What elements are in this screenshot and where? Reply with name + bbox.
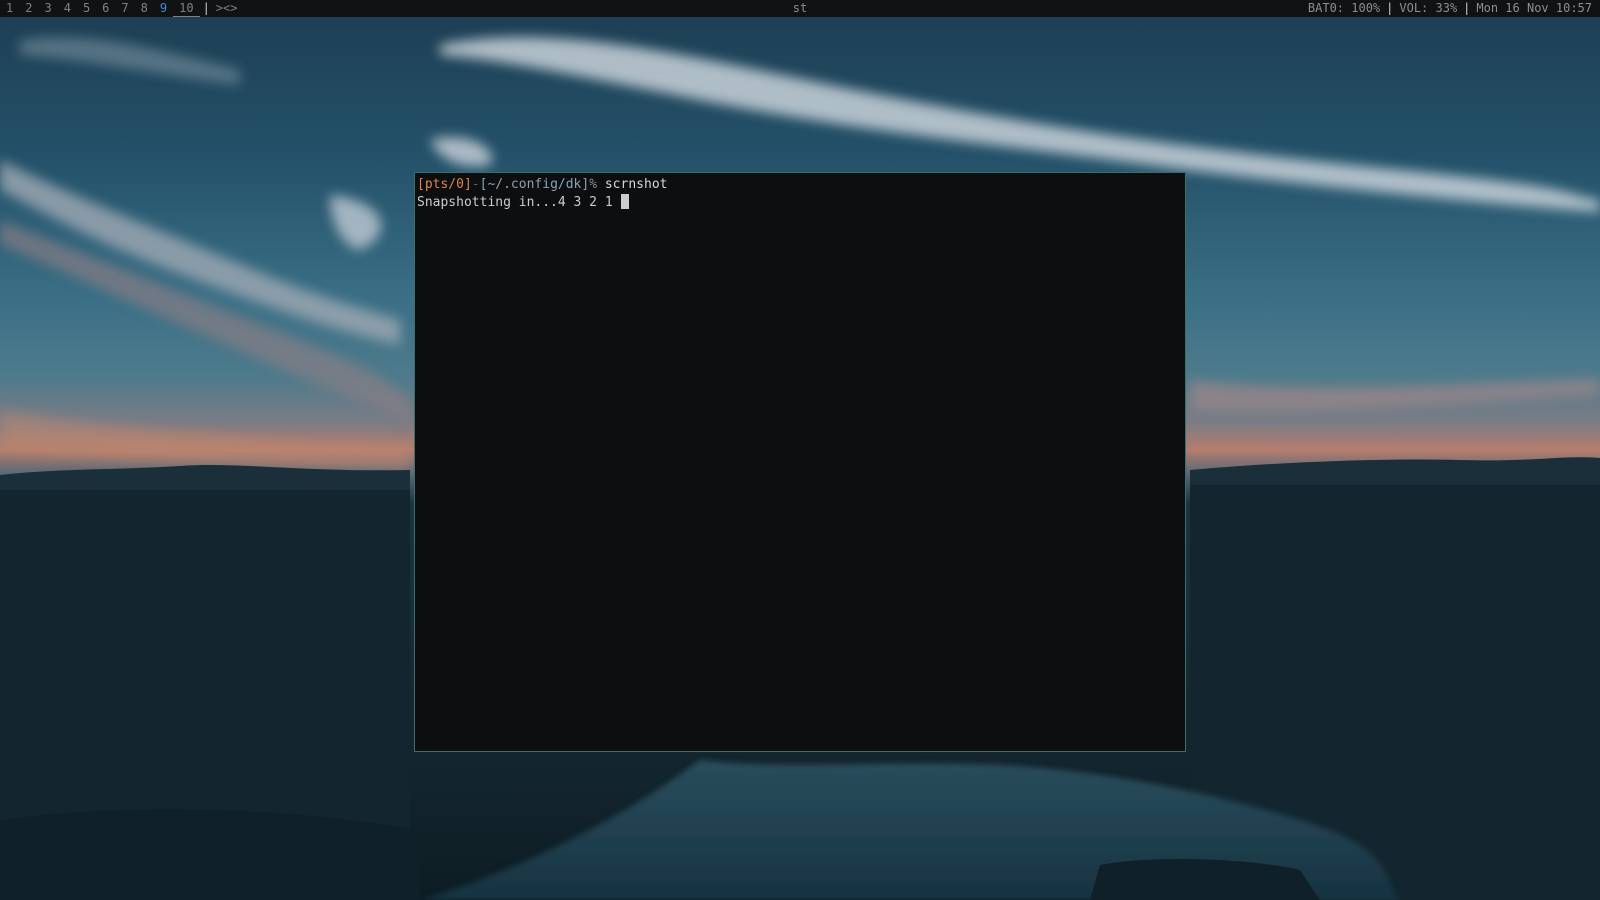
workspace-5[interactable]: 5	[77, 0, 96, 17]
bar-separator: |	[202, 1, 210, 15]
prompt-directory: [~/.config/dk]	[479, 177, 590, 192]
workspace-3[interactable]: 3	[38, 0, 57, 17]
workspace-10[interactable]: 10	[173, 0, 200, 17]
output-line: Snapshotting in...4 3 2 1	[417, 194, 1183, 212]
workspace-9[interactable]: 9	[154, 0, 173, 17]
battery-status: BAT0: 100%	[1307, 1, 1381, 15]
text-cursor[interactable]	[620, 194, 629, 209]
workspace-1[interactable]: 1	[0, 0, 19, 17]
workspace-6[interactable]: 6	[96, 0, 115, 17]
workspace-list: 1 2 3 4 5 6 7 8 9 10 | ><>	[0, 0, 240, 17]
status-separator: |	[1463, 1, 1471, 15]
prompt-dash: -	[471, 177, 480, 192]
output-text: Snapshotting in...4 3 2 1	[417, 195, 621, 210]
prompt-symbol: %	[589, 177, 598, 192]
status-area: BAT0: 100% | VOL: 33% | Mon 16 Nov 10:57	[1308, 0, 1592, 17]
volume-status: VOL: 33%	[1399, 1, 1458, 15]
workspace-2[interactable]: 2	[19, 0, 38, 17]
command-text: scrnshot	[597, 177, 668, 192]
top-status-bar: 1 2 3 4 5 6 7 8 9 10 | ><> st BAT0: 100% | VOL: 33%…	[0, 0, 1600, 17]
workspace-7[interactable]: 7	[115, 0, 134, 17]
workspace-4[interactable]: 4	[58, 0, 77, 17]
prompt-tty: [pts/0]	[417, 177, 472, 192]
desktop: 1 2 3 4 5 6 7 8 9 10 | ><> st BAT0: 100% | VOL: 33%…	[0, 0, 1600, 900]
status-separator: |	[1386, 1, 1394, 15]
clock: Mon 16 Nov 10:57	[1476, 1, 1592, 15]
prompt-line: [pts/0]-[~/.config/dk]% scrnshot	[417, 176, 1183, 194]
layout-indicator[interactable]: ><>	[213, 0, 241, 17]
terminal-window[interactable]: [pts/0]-[~/.config/dk]% scrnshot Snapsho…	[414, 172, 1186, 752]
workspace-8[interactable]: 8	[135, 0, 154, 17]
